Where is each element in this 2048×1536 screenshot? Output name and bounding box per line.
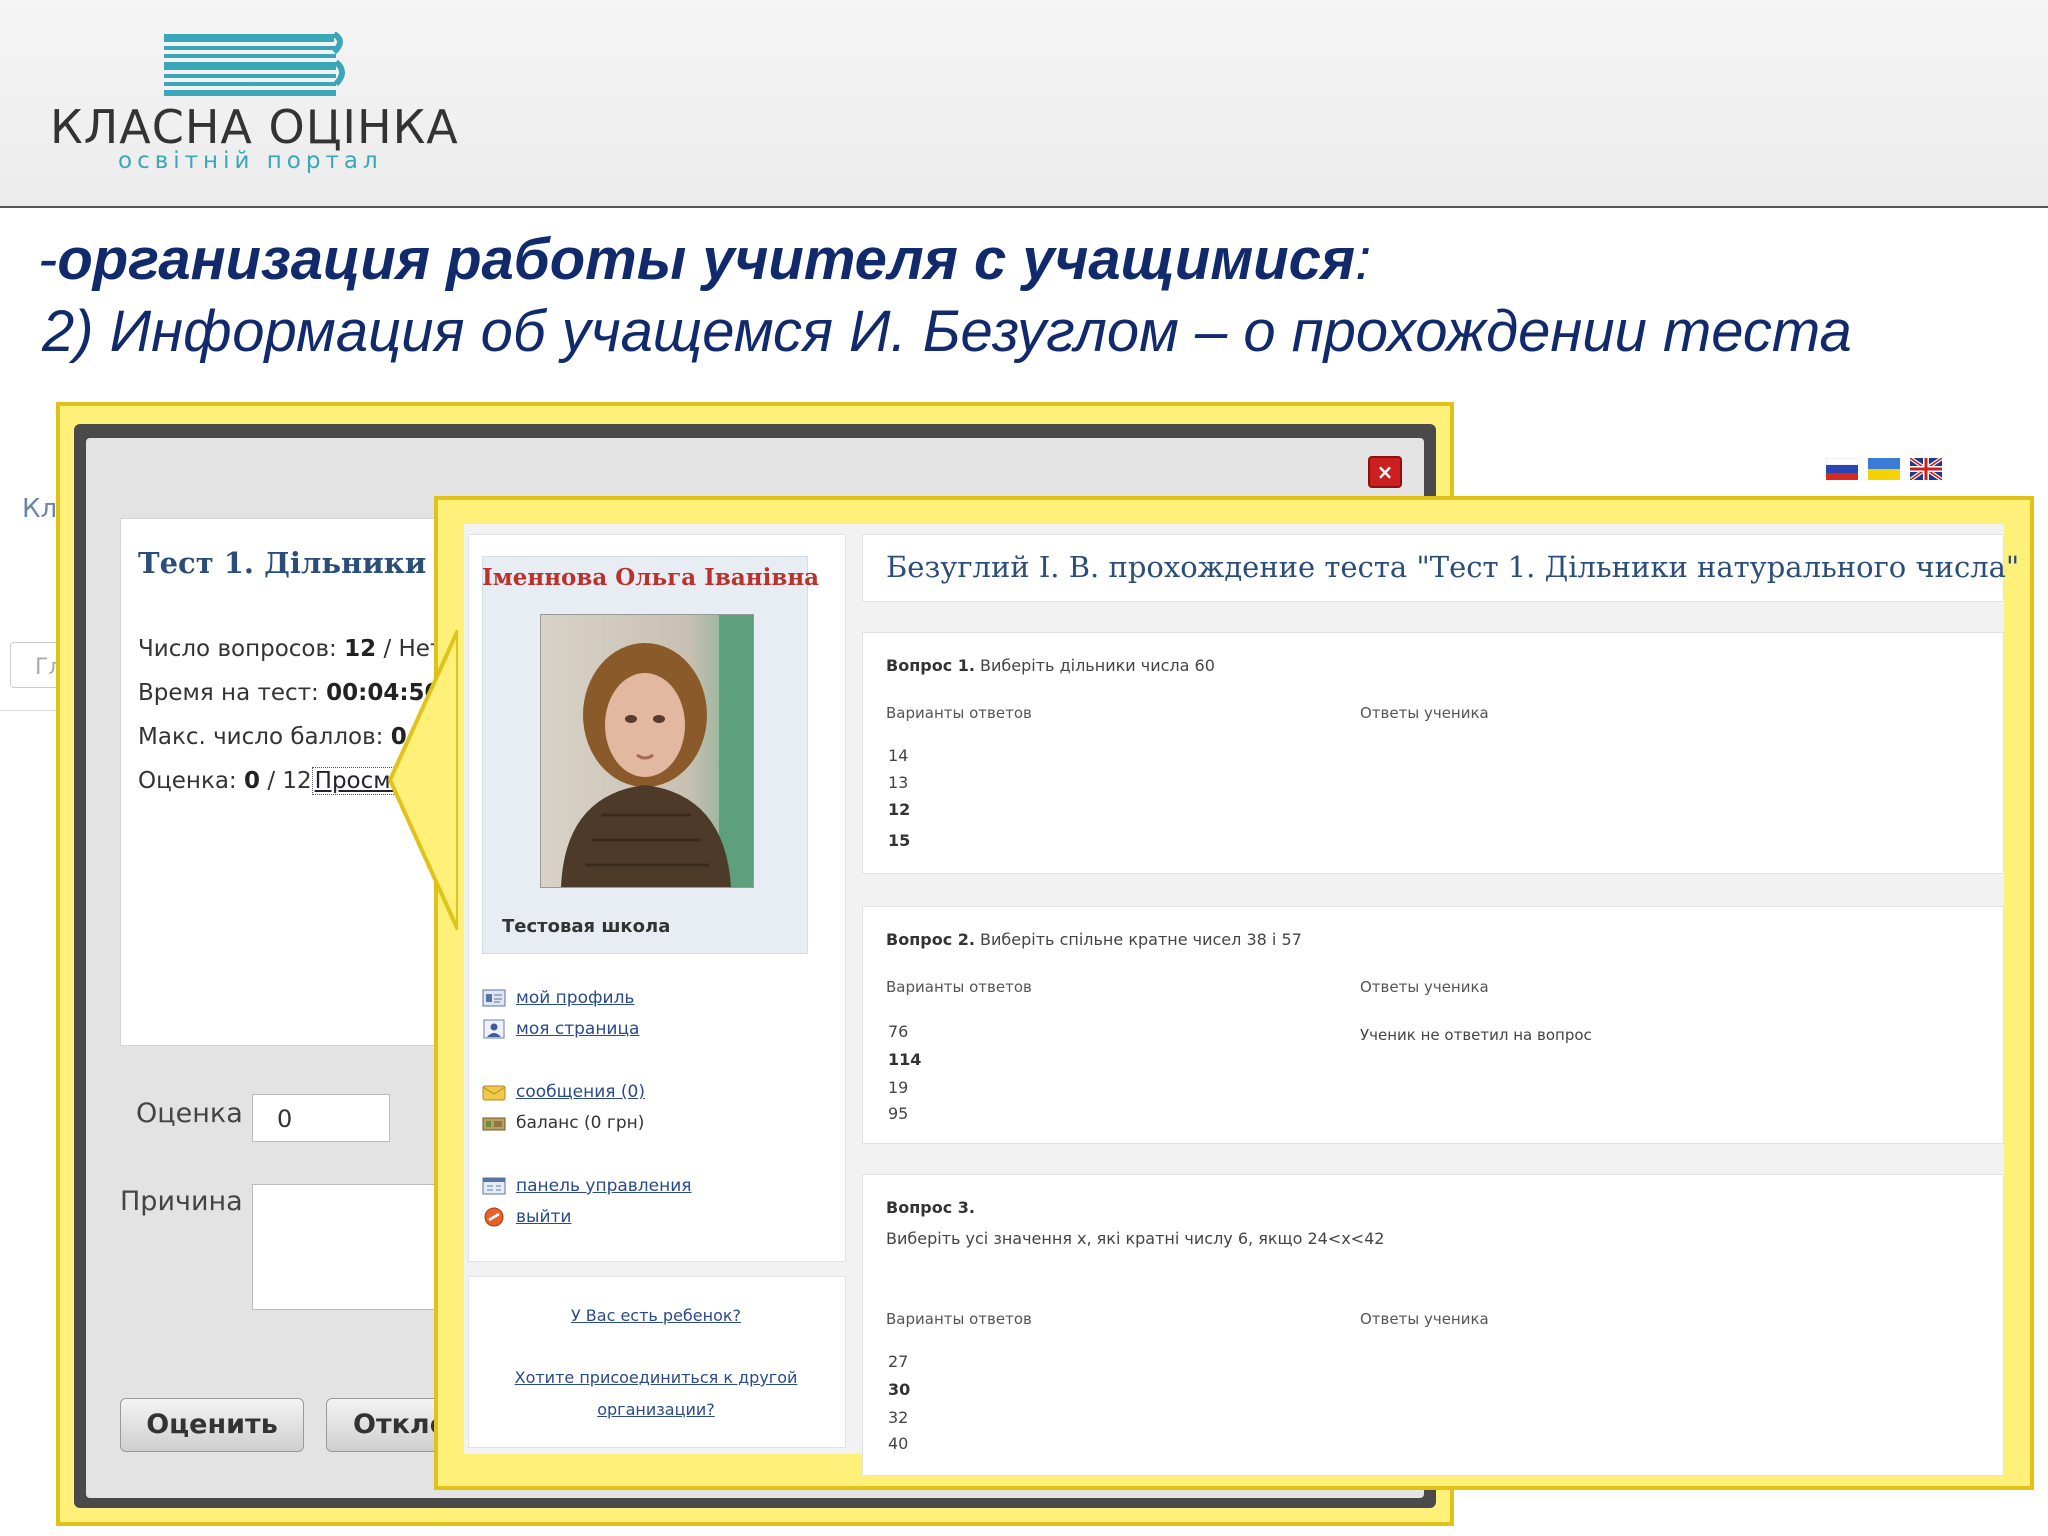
variants-header: Варианты ответов bbox=[886, 704, 1032, 722]
answer-option-correct: 30 bbox=[888, 1380, 911, 1399]
ukraine-flag-icon[interactable] bbox=[1868, 458, 1900, 480]
grade-text-rest: / 12 bbox=[267, 768, 312, 794]
menu-balance-label: баланс (0 грн) bbox=[516, 1113, 645, 1133]
menu-my-profile[interactable]: мой профиль bbox=[482, 988, 634, 1008]
answer-option-correct: 15 bbox=[888, 831, 911, 850]
rate-button[interactable]: Оценить bbox=[120, 1398, 304, 1452]
portrait-image bbox=[541, 615, 753, 887]
answer-option: 95 bbox=[888, 1104, 909, 1123]
menu-balance: баланс (0 грн) bbox=[482, 1113, 644, 1133]
question-2-label: Вопрос 2. bbox=[886, 930, 975, 949]
question-2-body: Виберіть спільне кратне чисел 38 і 57 bbox=[980, 930, 1302, 949]
variants-header: Варианты ответов bbox=[886, 1310, 1032, 1328]
control-panel-icon bbox=[482, 1177, 506, 1195]
book-logo-icon bbox=[164, 32, 345, 96]
menu-my-profile-label: мой профиль bbox=[516, 988, 635, 1008]
logo-title: КЛАСНА ОЦІНКА bbox=[50, 100, 459, 154]
grade-input[interactable]: 0 bbox=[252, 1094, 390, 1142]
profile-photo bbox=[540, 614, 754, 888]
reason-label: Причина bbox=[120, 1186, 243, 1217]
question-1-text: Вопрос 1. Виберіть дільники числа 60 bbox=[886, 656, 1215, 675]
question-2-text: Вопрос 2. Виберіть спільне кратне чисел … bbox=[886, 930, 1302, 949]
answer-option: 32 bbox=[888, 1408, 909, 1427]
maxscore-label: Макс. число баллов: bbox=[138, 724, 384, 750]
kids-card bbox=[468, 1276, 846, 1448]
max-score: Макс. число баллов: 0.( bbox=[138, 724, 426, 750]
grade-text-label: Оценка: bbox=[138, 768, 237, 794]
question-1-label: Вопрос 1. bbox=[886, 656, 975, 675]
profile-name: Іменнова Ольга Іванівна bbox=[482, 564, 820, 591]
questions-value: 12 bbox=[344, 636, 377, 662]
heading-dash: - bbox=[38, 227, 58, 292]
menu-control-panel-label: панель управления bbox=[516, 1176, 692, 1196]
grade-text-value: 0 bbox=[244, 768, 261, 794]
russia-flag-icon[interactable] bbox=[1826, 458, 1858, 480]
questions-label: Число вопросов: bbox=[138, 636, 337, 662]
grade-summary: Оценка: 0 / 12 Просмо bbox=[138, 767, 408, 795]
logo-subtitle: освітній портал bbox=[118, 148, 383, 174]
slide-subheading: 2) Информация об учащемся И. Безуглом – … bbox=[42, 299, 1852, 364]
question-3-label-line: Вопрос 3. bbox=[886, 1198, 975, 1217]
answer-option: 19 bbox=[888, 1078, 909, 1097]
profile-card-icon bbox=[482, 989, 506, 1007]
answer-option: 27 bbox=[888, 1352, 909, 1371]
grade-label: Оценка bbox=[136, 1098, 243, 1129]
answers-header: Ответы ученика bbox=[1360, 1310, 1489, 1328]
menu-messages-label: сообщения (0) bbox=[516, 1082, 645, 1102]
uk-flag-icon[interactable] bbox=[1910, 458, 1942, 480]
answer-option: 14 bbox=[888, 746, 909, 765]
answer-option: 76 bbox=[888, 1022, 909, 1041]
logout-icon bbox=[484, 1207, 504, 1227]
menu-messages[interactable]: сообщения (0) bbox=[482, 1082, 645, 1102]
test-result-title: Безуглий І. В. прохождение теста "Тест 1… bbox=[886, 550, 2020, 584]
question-3-label: Вопрос 3. bbox=[886, 1198, 975, 1217]
join-org-link-line1[interactable]: Хотите присоединиться к другой bbox=[468, 1368, 844, 1387]
close-button[interactable]: × bbox=[1368, 456, 1402, 488]
question-3-body: Виберіть усі значення х, які кратні числ… bbox=[886, 1229, 1385, 1248]
heading-bold-text: организация работы учителя с учащимися bbox=[57, 227, 1356, 292]
profile-school: Тестовая школа bbox=[502, 916, 671, 937]
menu-logout-label: выйти bbox=[516, 1207, 572, 1227]
user-page-icon bbox=[483, 1019, 505, 1039]
answers-header: Ответы ученика bbox=[1360, 978, 1489, 996]
menu-my-page[interactable]: моя страница bbox=[482, 1019, 639, 1039]
answer-option-correct: 12 bbox=[888, 800, 911, 819]
menu-my-page-label: моя страница bbox=[516, 1019, 640, 1039]
question-1-body: Виберіть дільники числа 60 bbox=[980, 656, 1215, 675]
menu-logout[interactable]: выйти bbox=[482, 1207, 571, 1227]
reason-textarea[interactable] bbox=[252, 1184, 454, 1310]
answer-option-correct: 114 bbox=[888, 1050, 922, 1069]
answers-header: Ответы ученика bbox=[1360, 704, 1489, 722]
have-child-link[interactable]: У Вас есть ребенок? bbox=[468, 1306, 844, 1325]
background-page-title: Кл bbox=[22, 494, 58, 524]
messages-icon bbox=[482, 1085, 506, 1101]
menu-control-panel[interactable]: панель управления bbox=[482, 1176, 692, 1196]
answer-option: 40 bbox=[888, 1434, 909, 1453]
time-label: Время на тест: bbox=[138, 680, 319, 706]
slide-heading: -организация работы учителя с учащимися: bbox=[38, 226, 1371, 293]
student-answer: Ученик не ответил на вопрос bbox=[1360, 1026, 1592, 1044]
callout-pointer bbox=[387, 630, 458, 930]
variants-header: Варианты ответов bbox=[886, 978, 1032, 996]
balance-icon bbox=[482, 1117, 506, 1131]
heading-colon: : bbox=[1355, 227, 1372, 292]
join-org-link-line2[interactable]: организации? bbox=[468, 1400, 844, 1419]
language-flags bbox=[1826, 458, 1944, 486]
answer-option: 13 bbox=[888, 773, 909, 792]
